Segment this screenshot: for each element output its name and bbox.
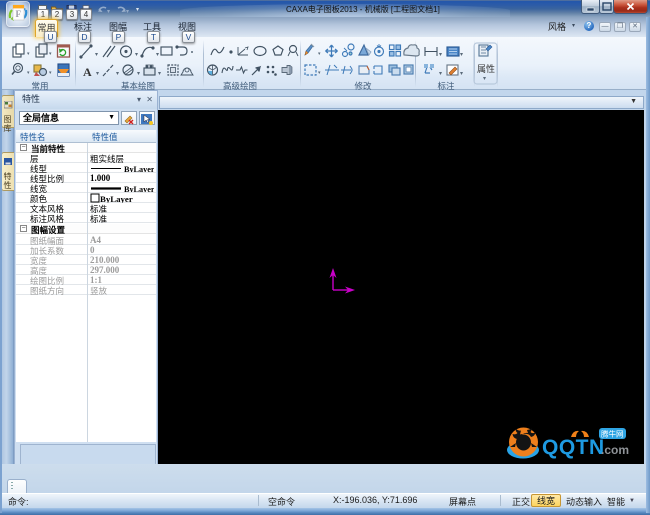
svg-text:▾: ▾ — [49, 70, 52, 76]
svg-text:▾: ▾ — [156, 52, 159, 58]
svg-text:▾: ▾ — [107, 9, 110, 15]
svg-text:▾: ▾ — [95, 52, 98, 58]
svg-text:▾: ▾ — [158, 71, 161, 77]
svg-text:属性: 属性 — [477, 63, 495, 74]
svg-text:QQTN: QQTN — [542, 436, 605, 459]
svg-text:▾: ▾ — [439, 71, 442, 77]
svg-text:A: A — [83, 65, 92, 79]
svg-text:F: F — [16, 9, 22, 19]
svg-text:ByLayer: ByLayer — [124, 185, 154, 192]
svg-text:▾: ▾ — [116, 71, 119, 77]
svg-text:▾: ▾ — [126, 9, 129, 15]
svg-text:▾: ▾ — [439, 52, 442, 58]
svg-text:▾: ▾ — [135, 52, 138, 58]
svg-text:腾牛网: 腾牛网 — [601, 429, 624, 439]
svg-text:▾: ▾ — [49, 51, 52, 57]
svg-text:.com: .com — [601, 443, 629, 457]
svg-text:▾: ▾ — [318, 70, 321, 76]
svg-text:ByLayer: ByLayer — [124, 165, 154, 172]
svg-text:▾: ▾ — [460, 71, 463, 77]
svg-text:▾: ▾ — [27, 51, 30, 57]
svg-text:▾: ▾ — [27, 70, 30, 76]
svg-text:▾: ▾ — [137, 71, 140, 77]
svg-text:▾: ▾ — [318, 51, 321, 57]
svg-text:▾: ▾ — [460, 52, 463, 58]
svg-text:▾: ▾ — [483, 76, 486, 82]
svg-text:▾: ▾ — [96, 71, 99, 77]
svg-text:ByLayer: ByLayer — [100, 194, 133, 203]
